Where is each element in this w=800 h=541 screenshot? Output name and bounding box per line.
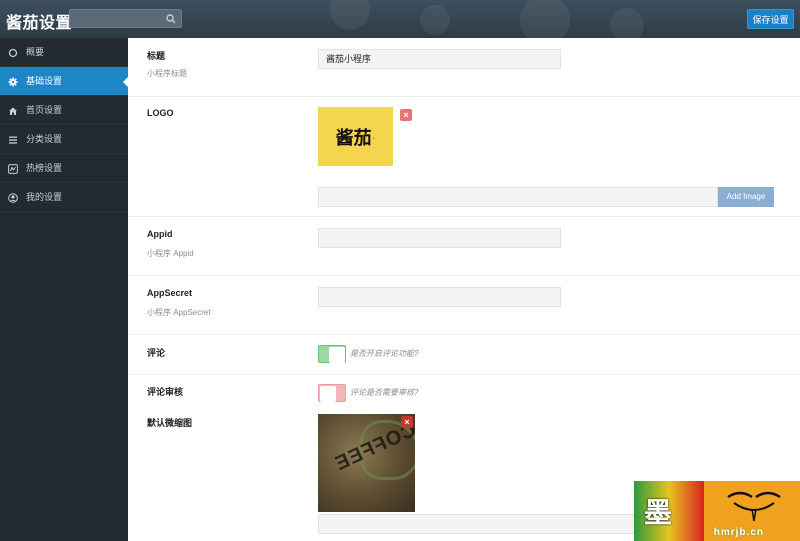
app-title: 酱茄设置: [6, 15, 73, 32]
sidebar-item-basic-settings[interactable]: 基础设置: [0, 67, 128, 96]
appid-input[interactable]: [318, 228, 561, 248]
circle-icon: [8, 48, 18, 58]
user-circle-icon: [8, 193, 18, 203]
comment-toggle[interactable]: [318, 345, 346, 363]
title-row: 标题 小程序标题 酱茄小程序: [128, 38, 800, 97]
comment-review-row: 评论审核 评论是否需要审核?: [128, 375, 800, 406]
sidebar-item-label: 热榜设置: [26, 163, 63, 173]
logo-row: LOGO 酱茄. × Add Image: [128, 97, 800, 217]
search-input[interactable]: [69, 9, 182, 28]
toggle-knob: [329, 347, 345, 363]
sidebar-item-hotlist-settings[interactable]: 热榜设置: [0, 154, 128, 183]
toggle-knob: [320, 386, 336, 402]
comment-review-toggle[interactable]: [318, 384, 346, 402]
sidebar-item-label: 我的设置: [26, 192, 63, 202]
watermark-seal: 墨: [644, 497, 673, 528]
header-bokeh: [420, 5, 450, 35]
add-image-button[interactable]: Add Image: [718, 187, 774, 207]
comment-row: 评论 是否开启评论功能?: [128, 335, 800, 375]
sidebar-item-label: 首页设置: [26, 105, 63, 115]
header-bokeh: [330, 0, 370, 30]
logo-text: 酱茄: [335, 127, 372, 148]
save-settings-button[interactable]: 保存设置: [747, 9, 794, 29]
search-icon[interactable]: [166, 14, 176, 24]
sidebar-item-overview[interactable]: 概要: [0, 38, 128, 67]
header-bokeh: [520, 0, 570, 38]
comment-review-label: 评论审核: [147, 387, 184, 397]
comment-review-hint: 评论是否需要审核?: [350, 388, 419, 397]
list-icon: [8, 135, 18, 145]
top-header-bar: 酱茄设置 保存设置: [0, 0, 800, 38]
gear-icon: [8, 77, 18, 87]
chart-icon: [8, 164, 18, 174]
logo-url-input[interactable]: [318, 187, 718, 207]
title-label: 标题: [147, 51, 166, 61]
appid-label: Appid: [147, 229, 173, 239]
sidebar-item-category-settings[interactable]: 分类设置: [0, 125, 128, 154]
appid-sublabel: 小程序 Appid: [147, 249, 194, 258]
watermark-logo: 墨 hmrjb.cn: [634, 481, 800, 541]
appsecret-sublabel: 小程序 AppSecret: [147, 308, 211, 317]
sidebar-item-my-settings[interactable]: 我的设置: [0, 183, 128, 212]
sidebar-item-label: 基础设置: [26, 76, 63, 86]
default-thumbnail-image: COFFEE: [318, 414, 415, 512]
title-input[interactable]: 酱茄小程序: [318, 49, 561, 69]
logo-delete-icon[interactable]: ×: [400, 109, 412, 121]
thumbnail-delete-icon[interactable]: ×: [401, 416, 413, 428]
appsecret-label: AppSecret: [147, 288, 193, 298]
default-thumbnail-label: 默认微缩图: [147, 418, 193, 428]
sidebar-item-label: 概要: [26, 47, 45, 57]
sidebar-item-label: 分类设置: [26, 134, 63, 144]
logo-dot: .: [372, 131, 376, 142]
comment-label: 评论: [147, 348, 166, 358]
sidebar: 概要 基础设置 首页设置 分类设置 热榜设置 我的设置: [0, 38, 128, 541]
logo-label: LOGO: [147, 108, 174, 118]
title-sublabel: 小程序标题: [147, 69, 187, 78]
logo-image: 酱茄.: [318, 107, 393, 166]
header-bokeh: [610, 8, 644, 38]
settings-form: 标题 小程序标题 酱茄小程序 LOGO 酱茄. × Add Image Appi…: [128, 38, 800, 541]
comment-hint: 是否开启评论功能?: [350, 349, 419, 358]
appsecret-row: AppSecret 小程序 AppSecret: [128, 276, 800, 335]
home-icon: [8, 106, 18, 116]
watermark-text: hmrjb.cn: [713, 527, 764, 538]
appid-row: Appid 小程序 Appid: [128, 217, 800, 276]
sidebar-item-home-settings[interactable]: 首页设置: [0, 96, 128, 125]
mask-face-icon: [727, 491, 781, 522]
appsecret-input[interactable]: [318, 287, 561, 307]
